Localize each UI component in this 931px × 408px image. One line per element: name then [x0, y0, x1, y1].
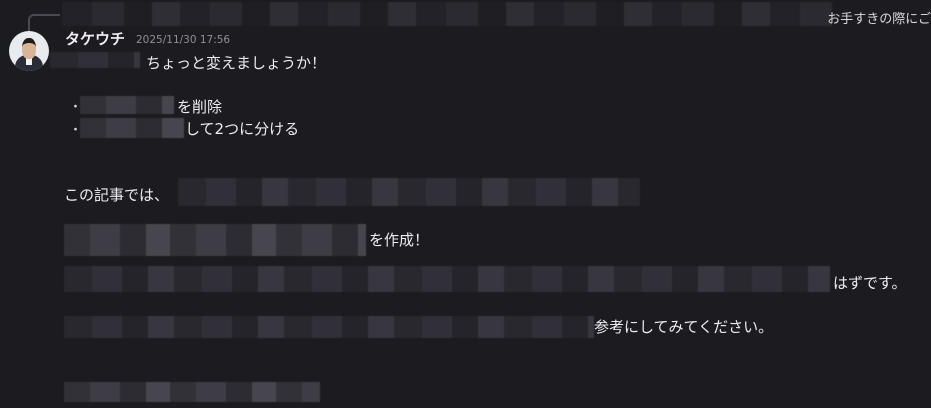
- redacted-text: [64, 382, 320, 402]
- reply-reference[interactable]: お手すきの際にご: [0, 0, 931, 38]
- message-line-5: を作成！: [369, 231, 430, 249]
- avatar[interactable]: [9, 31, 49, 71]
- redacted-reply-content: [62, 2, 832, 26]
- redacted-text: [80, 96, 174, 114]
- redacted-text: [80, 118, 184, 138]
- message-line-1: ちょっと変えましょうか！: [146, 54, 327, 72]
- redacted-text: [178, 178, 640, 206]
- message-bullet-1: を削除: [177, 98, 223, 116]
- chat-view: お手すきの際にご タケウチ 2025/11/30 17:56 ちょっと変えましょ…: [0, 0, 931, 408]
- avatar-head: [22, 38, 36, 59]
- author-name[interactable]: タケウチ: [65, 28, 125, 49]
- reply-preview-text: お手すきの際にご: [827, 12, 931, 27]
- message-line-4: この記事では、: [64, 186, 170, 204]
- message-line-6: はずです。: [833, 274, 907, 292]
- message-line-7: 参考にしてみてください。: [594, 318, 774, 336]
- redacted-text: [64, 316, 594, 338]
- message-timestamp: 2025/11/30 17:56: [136, 34, 231, 46]
- message-bullet-2: して2つに分ける: [185, 120, 300, 138]
- redacted-text: [50, 52, 140, 68]
- redacted-text: [64, 224, 366, 256]
- redacted-text: [64, 266, 830, 292]
